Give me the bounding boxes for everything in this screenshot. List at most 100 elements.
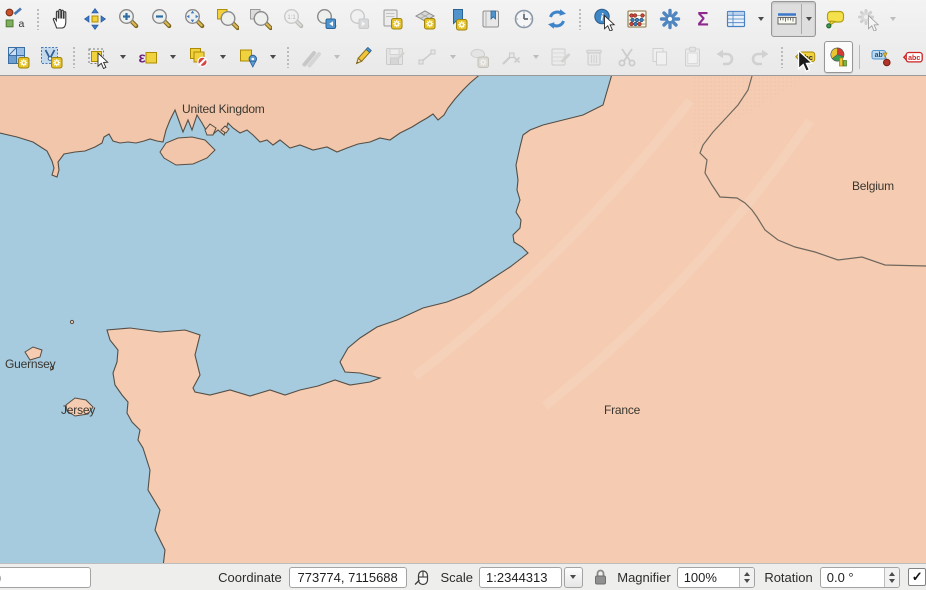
zoom-next-button[interactable] — [344, 3, 373, 35]
zoom-native-button[interactable]: 1:1 — [278, 3, 307, 35]
pin-labels-icon: ab — [869, 45, 893, 69]
refresh-button[interactable] — [542, 3, 571, 35]
locator-input[interactable]: ) — [0, 567, 91, 588]
svg-text:ab: ab — [874, 52, 882, 59]
select-by-value-dropdown[interactable] — [266, 41, 279, 73]
mouse-cursor — [797, 50, 813, 72]
measure-line-button[interactable] — [772, 4, 801, 34]
toggle-editing-button[interactable] — [347, 41, 376, 73]
rotation-spin-arrows[interactable] — [884, 568, 899, 587]
attribute-table-dropdown[interactable] — [754, 3, 767, 35]
scale-dropdown-button[interactable] — [564, 567, 584, 588]
qgis-window: a — [0, 0, 926, 590]
magnifier-spin-arrows[interactable] — [739, 568, 754, 587]
cog-icon — [658, 7, 682, 31]
select-features-dropdown[interactable] — [116, 41, 129, 73]
toolbar-handle[interactable] — [780, 46, 784, 68]
layer-style-indicator[interactable]: a — [3, 3, 29, 35]
delete-selected-button[interactable] — [579, 41, 608, 73]
magnifier-label: Magnifier — [617, 570, 670, 585]
new-map-view-button[interactable] — [377, 3, 406, 35]
pin-labels-button[interactable]: ab — [866, 41, 895, 73]
zoom-last-button[interactable] — [311, 3, 340, 35]
abacus-icon — [625, 7, 649, 31]
modify-attributes-button[interactable] — [546, 41, 575, 73]
processing-toolbox-button[interactable] — [655, 3, 684, 35]
digitize-dropdown[interactable] — [446, 41, 459, 73]
zoom-in-button[interactable] — [113, 3, 142, 35]
run-feature-action-button[interactable] — [853, 3, 882, 35]
zoom-out-icon — [149, 7, 173, 31]
svg-text:ε: ε — [138, 50, 145, 67]
extents-toggle-button[interactable] — [413, 568, 432, 587]
pan-to-selection-icon — [83, 7, 107, 31]
zoom-next-icon — [347, 7, 371, 31]
new-virtual-layer-icon — [39, 45, 63, 69]
zoom-out-button[interactable] — [146, 3, 175, 35]
move-feature-button[interactable] — [463, 41, 492, 73]
temporal-controller-button[interactable] — [509, 3, 538, 35]
toolbar-handle[interactable] — [72, 46, 76, 68]
highlight-pinned-labels-button[interactable]: abc — [899, 41, 926, 73]
deselect-features-dropdown[interactable] — [216, 41, 229, 73]
zoom-to-selection-icon — [215, 7, 239, 31]
zoom-to-layer-icon — [248, 7, 272, 31]
select-features-button[interactable] — [83, 41, 112, 73]
toolbar-handle[interactable] — [36, 8, 40, 30]
map-label-united-kingdom: United Kingdom — [182, 102, 265, 116]
render-checkbox[interactable]: ✓ — [908, 568, 926, 586]
new-virtual-layer-button[interactable] — [36, 41, 65, 73]
move-feature-icon — [466, 45, 490, 69]
new-map-view-icon — [380, 7, 404, 31]
toolbar-handle[interactable] — [578, 8, 582, 30]
cut-features-button[interactable] — [612, 41, 641, 73]
new-3d-map-view-icon — [413, 7, 437, 31]
rotation-spinbox[interactable]: 0.0 ° — [820, 567, 901, 588]
render-checkmark: ✓ — [912, 569, 923, 585]
field-calculator-button[interactable] — [622, 3, 651, 35]
scale-input[interactable]: 1:2344313 — [479, 567, 562, 588]
paste-features-button[interactable] — [678, 41, 707, 73]
toolbar-handle[interactable] — [286, 46, 290, 68]
map-geometry — [0, 76, 926, 563]
layer-diagram-options-button[interactable] — [824, 41, 853, 73]
map-canvas[interactable]: United Kingdom Belgium France Guernsey J… — [0, 76, 926, 563]
pan-map-button[interactable] — [47, 3, 76, 35]
show-spatial-bookmarks-button[interactable] — [476, 3, 505, 35]
pan-to-selection-button[interactable] — [80, 3, 109, 35]
current-edits-dropdown[interactable] — [330, 41, 343, 73]
current-edits-button[interactable] — [297, 41, 326, 73]
save-layer-edits-button[interactable] — [380, 41, 409, 73]
new-bookmark-icon — [446, 7, 470, 31]
run-feature-action-dropdown[interactable] — [886, 3, 899, 35]
statistical-summary-button[interactable]: Σ — [688, 3, 717, 35]
zoom-to-selection-button[interactable] — [212, 3, 241, 35]
zoom-full-extent-button[interactable] — [179, 3, 208, 35]
lock-scale-button[interactable] — [592, 568, 609, 586]
magnifier-spinbox[interactable]: 100% — [677, 567, 756, 588]
select-by-expression-button[interactable]: ε — [133, 41, 162, 73]
map-label-france: France — [604, 403, 640, 417]
scissors-icon — [615, 45, 639, 69]
coordinate-input[interactable]: 773774, 7115688 — [289, 567, 407, 588]
redo-button[interactable] — [744, 41, 773, 73]
vertex-tool-dropdown[interactable] — [529, 41, 542, 73]
map-tips-button[interactable] — [820, 3, 849, 35]
toolbar-row-2: ε — [0, 38, 926, 76]
zoom-to-layer-button[interactable] — [245, 3, 274, 35]
deselect-features-button[interactable] — [183, 41, 212, 73]
toolbar-area: a — [0, 0, 926, 76]
new-3d-map-view-button[interactable] — [410, 3, 439, 35]
select-by-value-button[interactable] — [233, 41, 262, 73]
vertex-tool-button[interactable] — [496, 41, 525, 73]
new-spatial-bookmark-button[interactable] — [443, 3, 472, 35]
new-shapefile-layer-button[interactable] — [3, 41, 32, 73]
select-by-expression-dropdown[interactable] — [166, 41, 179, 73]
identify-features-button[interactable]: i — [589, 3, 618, 35]
copy-features-button[interactable] — [645, 41, 674, 73]
show-bookmarks-icon — [479, 7, 503, 31]
undo-button[interactable] — [711, 41, 740, 73]
measure-dropdown[interactable] — [801, 4, 815, 34]
attribute-table-button[interactable] — [721, 3, 750, 35]
digitize-with-segment-button[interactable] — [413, 41, 442, 73]
